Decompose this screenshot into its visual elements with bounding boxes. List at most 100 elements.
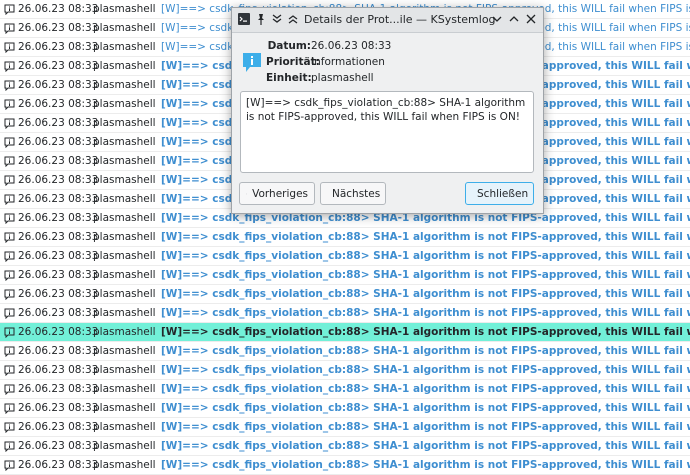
- log-message: [W]==> csdk_fips_violation_cb:88> SHA-1 …: [161, 326, 690, 338]
- log-row[interactable]: 26.06.23 08:33plasmashell [W]==> csdk_fip…: [0, 380, 690, 399]
- maximize-icon[interactable]: [507, 12, 521, 26]
- field-date-label: Datum:: [267, 40, 311, 52]
- comment-icon: [3, 459, 17, 471]
- log-source: plasmashell: [93, 364, 156, 376]
- log-date: 26.06.23 08:33: [18, 117, 99, 129]
- comment-icon: [3, 231, 17, 243]
- log-source: plasmashell: [93, 250, 156, 262]
- log-row[interactable]: 26.06.23 08:33plasmashell [W]==> csdk_fip…: [0, 418, 690, 437]
- next-button[interactable]: Nächstes: [320, 182, 386, 205]
- log-message: [W]==> csdk_fips_violation_cb:88> SHA-1 …: [161, 307, 690, 319]
- log-date: 26.06.23 08:33: [18, 22, 99, 34]
- field-unit: Einheit:plasmashell: [266, 72, 374, 84]
- log-message: [W]==> csdk_fips_violation_cb:88> SHA-1 …: [161, 231, 690, 243]
- log-source: plasmashell: [93, 41, 156, 53]
- log-message: [W]==> csdk_fips_violation_cb:88> SHA-1 …: [161, 421, 690, 433]
- log-message: [W]==> csdk_fips_violation_cb:88> SHA-1 …: [161, 269, 690, 281]
- log-source: plasmashell: [93, 421, 156, 433]
- field-priority: Priorität:Informationen: [266, 56, 385, 68]
- log-source: plasmashell: [93, 402, 156, 414]
- field-priority-value: Informationen: [311, 56, 385, 68]
- log-source: plasmashell: [93, 345, 156, 357]
- log-row[interactable]: 26.06.23 08:33plasmashell [W]==> csdk_fip…: [0, 456, 690, 475]
- close-icon[interactable]: [524, 12, 538, 26]
- log-message: [W]==> csdk_fips_violation_cb:88> SHA-1 …: [161, 364, 690, 376]
- comment-icon: [3, 174, 17, 186]
- ksystemlog-app-icon: [237, 12, 251, 26]
- comment-icon: [3, 383, 17, 395]
- comment-icon: [3, 288, 17, 300]
- log-source: plasmashell: [93, 288, 156, 300]
- log-date: 26.06.23 08:33: [18, 193, 99, 205]
- log-date: 26.06.23 08:33: [18, 60, 99, 72]
- log-message: [W]==> csdk_fips_violation_cb:88> SHA-1 …: [161, 288, 690, 300]
- log-source: plasmashell: [93, 155, 156, 167]
- log-date: 26.06.23 08:33: [18, 421, 99, 433]
- log-date: 26.06.23 08:33: [18, 212, 99, 224]
- log-date: 26.06.23 08:33: [18, 326, 99, 338]
- log-date: 26.06.23 08:33: [18, 79, 99, 91]
- log-date: 26.06.23 08:33: [18, 41, 99, 53]
- field-date-value: 26.06.23 08:33: [311, 40, 392, 52]
- minimize-icon[interactable]: [490, 12, 504, 26]
- log-source: plasmashell: [93, 307, 156, 319]
- keep-above-icon[interactable]: [286, 12, 300, 26]
- log-message: [W]==> csdk_fips_violation_cb:88> SHA-1 …: [161, 440, 690, 452]
- previous-button[interactable]: Vorheriges: [239, 182, 315, 205]
- comment-icon: [3, 98, 17, 110]
- field-date: Datum:26.06.23 08:33: [266, 40, 392, 52]
- log-message: [W]==> csdk_fips_violation_cb:88> SHA-1 …: [161, 345, 690, 357]
- close-button[interactable]: Schließen: [465, 182, 534, 205]
- log-row[interactable]: 26.06.23 08:33plasmashell [W]==> csdk_fip…: [0, 266, 690, 285]
- log-date: 26.06.23 08:33: [18, 459, 99, 471]
- log-source: plasmashell: [93, 269, 156, 281]
- dialog-titlebar[interactable]: Details der Prot...ile — KSystemlog: [232, 8, 543, 33]
- log-message: [W]==> csdk_fips_violation_cb:88> SHA-1 …: [161, 459, 690, 471]
- log-date: 26.06.23 08:33: [18, 402, 99, 414]
- log-row[interactable]: 26.06.23 08:33plasmashell [W]==> csdk_fip…: [0, 285, 690, 304]
- log-date: 26.06.23 08:33: [18, 174, 99, 186]
- comment-icon: [3, 440, 17, 452]
- log-date: 26.06.23 08:33: [18, 383, 99, 395]
- message-text[interactable]: [W]==> csdk_fips_violation_cb:88> SHA-1 …: [240, 91, 534, 173]
- comment-icon: [3, 326, 17, 338]
- comment-icon: [3, 117, 17, 129]
- log-row[interactable]: 26.06.23 08:33plasmashell [W]==> csdk_fip…: [0, 247, 690, 266]
- close-button-label: Schließen: [477, 187, 529, 200]
- log-row[interactable]: 26.06.23 08:33plasmashell [W]==> csdk_fip…: [0, 304, 690, 323]
- comment-icon: [3, 41, 17, 53]
- log-source: plasmashell: [93, 98, 156, 110]
- comment-icon: [3, 136, 17, 148]
- log-source: plasmashell: [93, 459, 156, 471]
- pin-icon[interactable]: [254, 12, 268, 26]
- next-button-label: Nächstes: [332, 187, 381, 200]
- comment-icon: [3, 269, 17, 281]
- log-row[interactable]: 26.06.23 08:33plasmashell [W]==> csdk_fip…: [0, 323, 690, 342]
- log-row[interactable]: 26.06.23 08:33plasmashell [W]==> csdk_fip…: [0, 361, 690, 380]
- log-source: plasmashell: [93, 212, 156, 224]
- log-row[interactable]: 26.06.23 08:33plasmashell [W]==> csdk_fip…: [0, 342, 690, 361]
- log-source: plasmashell: [93, 3, 156, 15]
- log-row[interactable]: 26.06.23 08:33plasmashell [W]==> csdk_fip…: [0, 437, 690, 456]
- comment-icon: [3, 345, 17, 357]
- log-source: plasmashell: [93, 79, 156, 91]
- previous-button-label: Vorheriges: [252, 187, 308, 200]
- log-date: 26.06.23 08:33: [18, 155, 99, 167]
- log-date: 26.06.23 08:33: [18, 288, 99, 300]
- log-date: 26.06.23 08:33: [18, 364, 99, 376]
- comment-icon: [3, 60, 17, 72]
- log-date: 26.06.23 08:33: [18, 440, 99, 452]
- field-priority-label: Priorität:: [266, 56, 320, 68]
- log-date: 26.06.23 08:33: [18, 3, 99, 15]
- log-source: plasmashell: [93, 231, 156, 243]
- log-source: plasmashell: [93, 136, 156, 148]
- log-row[interactable]: 26.06.23 08:33plasmashell [W]==> csdk_fip…: [0, 228, 690, 247]
- log-row[interactable]: 26.06.23 08:33plasmashell [W]==> csdk_fip…: [0, 399, 690, 418]
- chevron-up-icon: [246, 193, 248, 194]
- keep-below-icon[interactable]: [270, 12, 284, 26]
- field-unit-label: Einheit:: [266, 72, 312, 84]
- comment-icon: [3, 193, 17, 205]
- log-source: plasmashell: [93, 60, 156, 72]
- comment-icon: [3, 250, 17, 262]
- log-source: plasmashell: [93, 326, 156, 338]
